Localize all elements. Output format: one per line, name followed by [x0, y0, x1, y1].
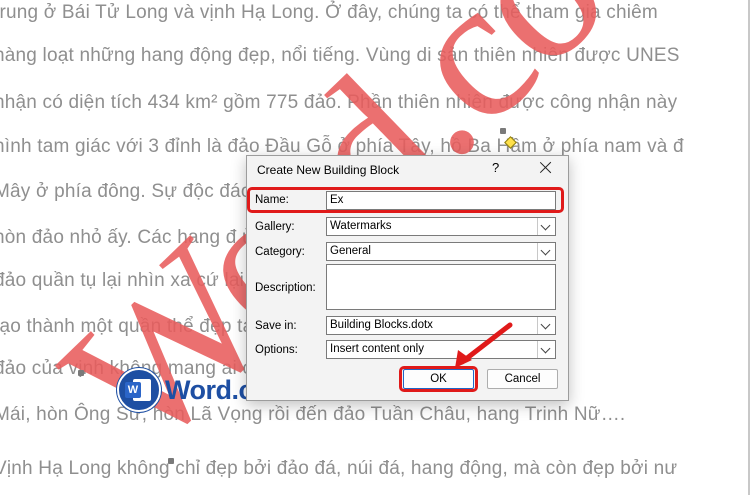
pointer-arrow-icon: [455, 322, 513, 368]
